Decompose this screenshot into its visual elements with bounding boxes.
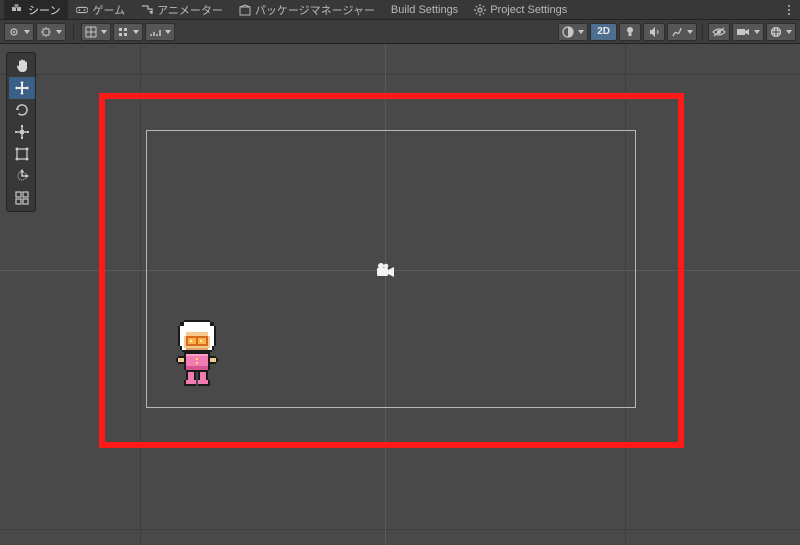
tab-animator[interactable]: アニメーター (133, 0, 231, 19)
grid-group (81, 23, 175, 41)
settings-icon (474, 4, 486, 16)
snap-increment-button[interactable] (145, 23, 175, 41)
player-sprite[interactable] (170, 320, 224, 390)
unity-scene-view: シーン ゲーム アニメーター パッケージマネージャー Build Setting… (0, 0, 800, 545)
camera-button[interactable] (732, 23, 764, 41)
scale-tool[interactable] (9, 121, 35, 143)
grid-line (0, 74, 800, 75)
pivot-group (4, 23, 66, 41)
tab-package-manager-label: パッケージマネージャー (255, 2, 375, 18)
scene-main (0, 44, 800, 545)
fx-button[interactable] (667, 23, 697, 41)
tool-strip (6, 52, 36, 212)
toggle-2d-button[interactable]: 2D (590, 23, 617, 41)
tool-handle-rotation-button[interactable] (36, 23, 66, 41)
gizmos-button[interactable] (766, 23, 796, 41)
grid-visibility-button[interactable] (81, 23, 111, 41)
scene-toolbar: 2D (0, 20, 800, 44)
transform-tool[interactable] (9, 165, 35, 187)
scene-icon (12, 4, 24, 16)
tab-project-settings-label: Project Settings (490, 4, 567, 16)
tab-build-settings-label: Build Settings (391, 4, 458, 16)
scene-viewport[interactable] (0, 44, 800, 545)
toggle-2d-label: 2D (597, 26, 610, 37)
tab-scene-label: シーン (28, 2, 60, 18)
game-icon (76, 4, 88, 16)
rect-tool[interactable] (9, 143, 35, 165)
snap-button[interactable] (113, 23, 143, 41)
tab-game[interactable]: ゲーム (68, 0, 133, 19)
tab-package-manager[interactable]: パッケージマネージャー (231, 0, 383, 19)
lighting-button[interactable] (619, 23, 641, 41)
tab-game-label: ゲーム (92, 2, 125, 18)
visibility-button[interactable] (708, 23, 730, 41)
rotate-tool[interactable] (9, 99, 35, 121)
tab-bar: シーン ゲーム アニメーター パッケージマネージャー Build Setting… (0, 0, 800, 20)
hand-tool[interactable] (9, 55, 35, 77)
audio-button[interactable] (643, 23, 665, 41)
main-camera-gizmo[interactable] (373, 262, 397, 280)
tab-scene[interactable]: シーン (4, 0, 68, 19)
custom-tools[interactable] (9, 187, 35, 209)
tab-project-settings[interactable]: Project Settings (466, 0, 575, 19)
tab-menu-button[interactable] (782, 3, 796, 17)
tool-handle-center-button[interactable] (4, 23, 34, 41)
tab-animator-label: アニメーター (157, 2, 223, 18)
grid-line (0, 529, 800, 530)
tab-build-settings[interactable]: Build Settings (383, 0, 466, 19)
animator-icon (141, 4, 153, 16)
package-icon (239, 4, 251, 16)
move-tool[interactable] (9, 77, 35, 99)
draw-mode-button[interactable] (558, 23, 588, 41)
